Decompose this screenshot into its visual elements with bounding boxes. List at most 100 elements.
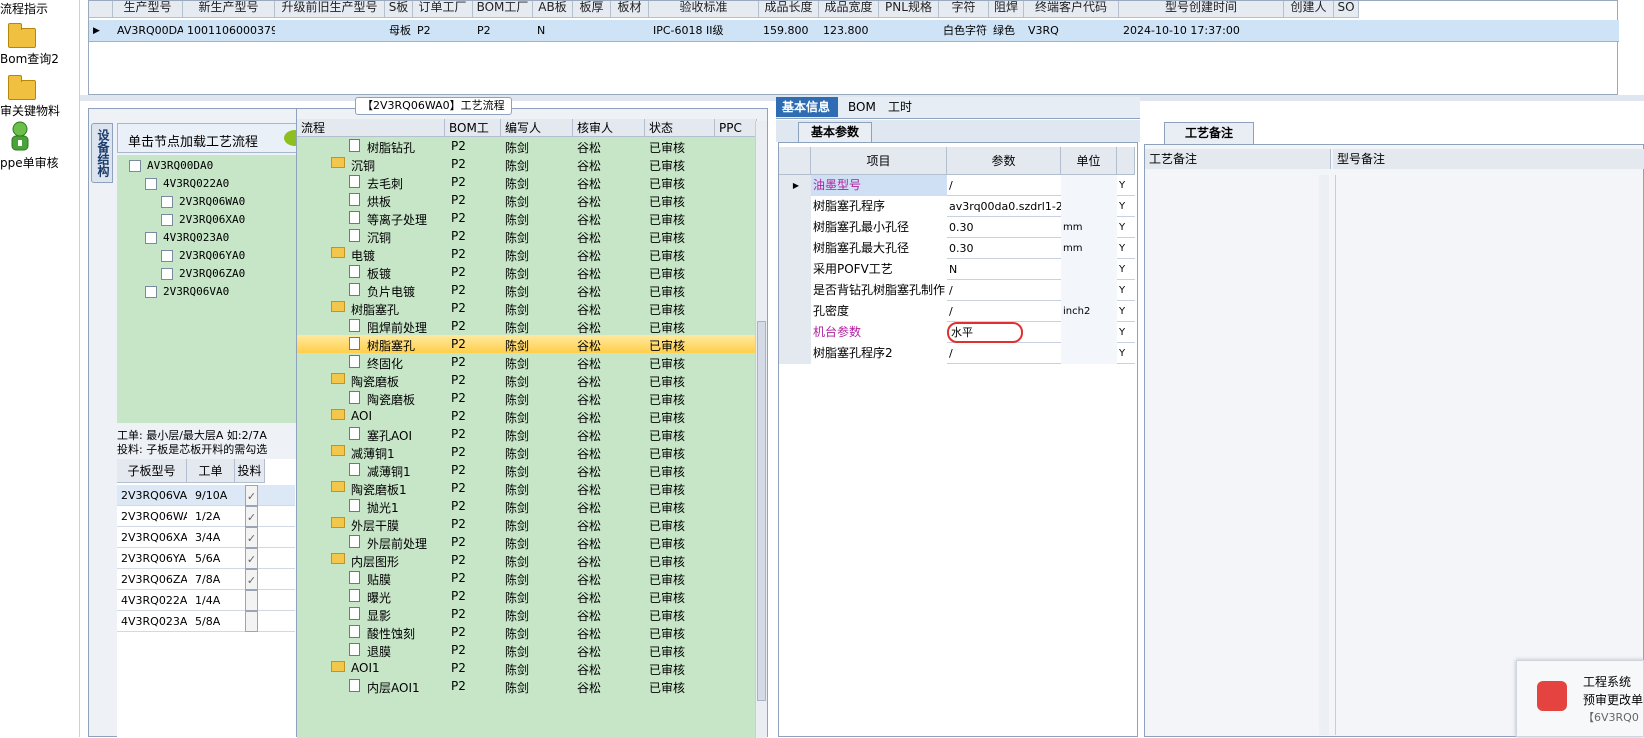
param-row[interactable]: 是否背钻孔树脂塞孔制作 / Y xyxy=(779,280,1135,301)
scrollbar[interactable] xyxy=(755,121,767,738)
flow-row[interactable]: 树脂塞孔 P2 陈剑 谷松 已审核 xyxy=(297,335,755,353)
tab-2[interactable]: 工时 xyxy=(882,97,926,117)
column-header[interactable]: 成品宽度 xyxy=(819,1,879,18)
tree-node[interactable]: 2V3RQ06VA0 xyxy=(145,285,229,298)
tree-checkbox[interactable] xyxy=(145,178,157,190)
param-row[interactable]: 树脂塞孔最小孔径 0.30 mm Y xyxy=(779,217,1135,238)
flow-row[interactable]: 外层干膜 P2 陈剑 谷松 已审核 xyxy=(297,515,755,533)
tree-node[interactable]: 2V3RQ06ZA0 xyxy=(161,267,245,280)
notes-scrollbar[interactable] xyxy=(1319,175,1329,735)
table-row[interactable]: 2V3RQ06YA0 5/6A ✓ xyxy=(117,548,295,569)
column-header[interactable]: PNL规格 xyxy=(879,1,939,18)
flow-row[interactable]: 减薄铜1 P2 陈剑 谷松 已审核 xyxy=(297,461,755,479)
column-header[interactable]: 编写人 xyxy=(501,119,573,137)
tree-checkbox[interactable] xyxy=(145,286,157,298)
flow-row[interactable]: 曝光 P2 陈剑 谷松 已审核 xyxy=(297,587,755,605)
tree-checkbox[interactable] xyxy=(161,268,173,280)
flow-row[interactable]: 等离子处理 P2 陈剑 谷松 已审核 xyxy=(297,209,755,227)
param-value[interactable]: / xyxy=(947,343,1061,364)
flow-row[interactable]: 塞孔AOI P2 陈剑 谷松 已审核 xyxy=(297,425,755,443)
param-row[interactable]: 树脂塞孔最大孔径 0.30 mm Y xyxy=(779,238,1135,259)
feed-checkbox[interactable] xyxy=(245,611,258,632)
tree-node[interactable]: 4V3RQ023A0 xyxy=(145,231,229,244)
column-header[interactable]: 状态 xyxy=(645,119,715,137)
column-header[interactable]: 升级前旧生产型号 xyxy=(275,1,385,18)
table-row[interactable]: 2V3RQ06ZA0 7/8A ✓ xyxy=(117,569,295,590)
folder-icon[interactable] xyxy=(8,23,36,48)
nav-item-bom[interactable]: Bom查询2 xyxy=(0,50,80,67)
flow-row[interactable]: 树脂塞孔 P2 陈剑 谷松 已审核 xyxy=(297,299,755,317)
notification-toast[interactable]: 工程系统 预审更改单 【6V3RQ0 xyxy=(1516,660,1644,737)
tab-basic-params[interactable]: 基本参数 xyxy=(798,122,872,142)
feed-checkbox[interactable]: ✓ xyxy=(245,485,258,506)
tab-1[interactable]: BOM xyxy=(842,97,878,117)
column-header[interactable]: 板厚 xyxy=(573,1,611,18)
column-header[interactable]: 子板型号 xyxy=(117,459,187,483)
column-header[interactable]: 板材 xyxy=(611,1,649,18)
tree-node[interactable]: 4V3RQ022A0 xyxy=(145,177,229,190)
column-header[interactable]: 终端客户代码 xyxy=(1024,1,1119,18)
param-value[interactable]: N xyxy=(947,259,1061,280)
tree-node[interactable]: 2V3RQ06XA0 xyxy=(161,213,245,226)
flow-row[interactable]: 树脂钻孔 P2 陈剑 谷松 已审核 xyxy=(297,137,755,155)
flow-row[interactable]: 内层图形 P2 陈剑 谷松 已审核 xyxy=(297,551,755,569)
flow-row[interactable]: 抛光1 P2 陈剑 谷松 已审核 xyxy=(297,497,755,515)
tree-checkbox[interactable] xyxy=(145,232,157,244)
user-icon[interactable] xyxy=(8,120,32,152)
tree-node[interactable]: AV3RQ00DA0 xyxy=(129,159,213,172)
flow-row[interactable]: 减薄铜1 P2 陈剑 谷松 已审核 xyxy=(297,443,755,461)
param-row[interactable]: 树脂塞孔程序 av3rq00da0.szdrl1-2 Y xyxy=(779,196,1135,217)
param-value[interactable]: / xyxy=(947,280,1061,301)
tab-device-structure[interactable]: 设备结构 xyxy=(91,123,113,183)
column-header[interactable]: PPC xyxy=(715,119,757,137)
flow-row[interactable]: 去毛刺 P2 陈剑 谷松 已审核 xyxy=(297,173,755,191)
column-header[interactable]: 订单工厂 xyxy=(413,1,473,18)
tree-checkbox[interactable] xyxy=(129,160,141,172)
column-header[interactable]: 新生产型号 xyxy=(183,1,275,18)
param-value[interactable]: 0.30 xyxy=(947,238,1061,259)
column-header[interactable]: 型号创建时间 xyxy=(1119,1,1284,18)
flow-row[interactable]: 内层AOI1 P2 陈剑 谷松 已审核 xyxy=(297,677,755,695)
column-header[interactable]: 成品长度 xyxy=(759,1,819,18)
table-row[interactable]: 4V3RQ022A0 1/4A xyxy=(117,590,295,611)
table-row[interactable]: 4V3RQ023A0 5/8A xyxy=(117,611,295,632)
flow-row[interactable]: 贴膜 P2 陈剑 谷松 已审核 xyxy=(297,569,755,587)
tab-0[interactable]: 基本信息 xyxy=(776,97,838,117)
flow-row[interactable]: AOI1 P2 陈剑 谷松 已审核 xyxy=(297,659,755,677)
scroll-thumb[interactable] xyxy=(757,321,766,701)
feed-checkbox[interactable]: ✓ xyxy=(245,506,258,527)
column-header[interactable]: BOM工厂 xyxy=(473,1,533,18)
column-header[interactable]: 生产型号 xyxy=(113,1,183,18)
flow-row[interactable]: 显影 P2 陈剑 谷松 已审核 xyxy=(297,605,755,623)
feed-checkbox[interactable]: ✓ xyxy=(245,527,258,548)
tree-checkbox[interactable] xyxy=(161,250,173,262)
table-row[interactable]: 2V3RQ06WA0 1/2A ✓ xyxy=(117,506,295,527)
nav-item-ppe[interactable]: ppe单审核 xyxy=(0,154,80,171)
flow-row[interactable]: 板镀 P2 陈剑 谷松 已审核 xyxy=(297,263,755,281)
tree-node[interactable]: 2V3RQ06YA0 xyxy=(161,249,245,262)
table-row[interactable]: 2V3RQ06VA0 9/10A ✓ xyxy=(117,485,295,506)
column-header[interactable]: BOM工厂 xyxy=(445,119,501,153)
param-value[interactable]: 水平 xyxy=(947,322,1023,343)
column-header[interactable]: 字符 xyxy=(939,1,989,18)
param-row[interactable]: ▶ 油墨型号 / Y xyxy=(779,175,1135,196)
param-row[interactable]: 机台参数 水平 Y xyxy=(779,322,1135,343)
flow-row[interactable]: 外层前处理 P2 陈剑 谷松 已审核 xyxy=(297,533,755,551)
param-row[interactable]: 树脂塞孔程序2/ Y xyxy=(779,343,1135,364)
column-header[interactable]: 验收标准 xyxy=(649,1,759,18)
feed-checkbox[interactable]: ✓ xyxy=(245,548,258,569)
nav-item-flow[interactable]: 流程指示 xyxy=(0,0,80,17)
flow-row[interactable]: 烘板 P2 陈剑 谷松 已审核 xyxy=(297,191,755,209)
flow-row[interactable]: 陶瓷磨板1 P2 陈剑 谷松 已审核 xyxy=(297,479,755,497)
flow-row[interactable]: 陶瓷磨板 P2 陈剑 谷松 已审核 xyxy=(297,371,755,389)
column-header[interactable]: 单位 xyxy=(1061,147,1117,175)
tree-checkbox[interactable] xyxy=(161,196,173,208)
param-row[interactable]: 孔密度 / inch2 Y xyxy=(779,301,1135,322)
table-row[interactable]: 2V3RQ06XA0 3/4A ✓ xyxy=(117,527,295,548)
tab-process-notes[interactable]: 工艺备注 xyxy=(1164,122,1254,144)
tree-node[interactable]: 2V3RQ06WA0 xyxy=(161,195,245,208)
flow-row[interactable]: 沉铜 P2 陈剑 谷松 已审核 xyxy=(297,155,755,173)
column-header[interactable]: 参数 xyxy=(947,147,1061,175)
column-header[interactable]: SO xyxy=(1334,1,1359,18)
column-header[interactable]: AB板 xyxy=(533,1,573,18)
